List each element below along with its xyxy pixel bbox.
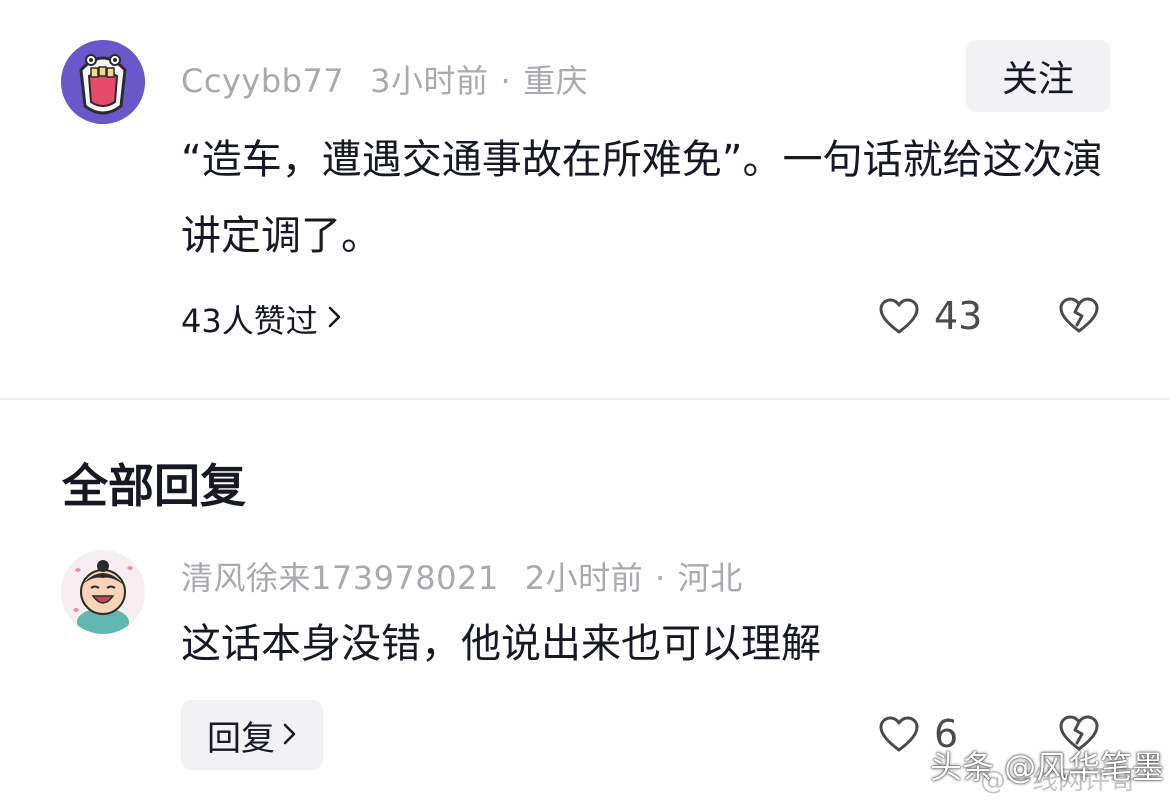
chevron-right-icon <box>283 715 297 755</box>
avatar[interactable] <box>61 40 145 124</box>
like-count: 43 <box>934 294 983 338</box>
reply-time: 2小时前 <box>524 559 644 597</box>
avatar[interactable] <box>61 550 145 634</box>
comment-location: 重庆 <box>523 62 589 100</box>
likers-link[interactable]: 43人赞过 <box>181 296 342 342</box>
heart-icon <box>879 298 919 334</box>
follow-button[interactable]: 关注 <box>966 40 1110 112</box>
watermark: 头条 @风华笔墨 <box>930 748 1165 786</box>
reply-button[interactable]: 回复 <box>181 700 323 770</box>
username[interactable]: 清风徐来173978021 <box>181 553 499 599</box>
heart-icon <box>879 716 919 752</box>
reply-location: 河北 <box>677 559 743 597</box>
meta-separator: · <box>500 62 512 100</box>
like-button[interactable]: 43 <box>878 294 982 338</box>
reply-button-label: 回复 <box>207 718 275 759</box>
reply-text: 这话本身没错，他说出来也可以理解 <box>181 621 821 667</box>
chevron-right-icon <box>328 302 342 337</box>
screaming-mouth-icon <box>61 40 145 124</box>
section-divider <box>0 398 1170 400</box>
likers-label: 43人赞过 <box>181 302 318 340</box>
reply-meta: 清风徐来173978021 2小时前 · 河北 <box>181 553 743 599</box>
meta-separator: · <box>655 559 666 597</box>
comment-time: 3小时前 <box>370 62 489 100</box>
broken-heart-icon <box>1059 297 1099 333</box>
comment-text: “造车，遭遇交通事故在所难免”。一句话就给这次演讲定调了。 <box>181 137 1103 259</box>
username[interactable]: Ccyybb77 <box>181 62 344 100</box>
laughing-boy-icon <box>61 550 145 634</box>
comment-meta: Ccyybb77 3小时前 · 重庆 <box>181 56 588 102</box>
dislike-button[interactable] <box>1058 296 1100 338</box>
replies-section-title: 全部回复 <box>62 459 246 513</box>
comment-detail-page: Ccyybb77 3小时前 · 重庆 关注 “造车，遭遇交通事故在所难免”。一句话就给… <box>0 0 1170 800</box>
